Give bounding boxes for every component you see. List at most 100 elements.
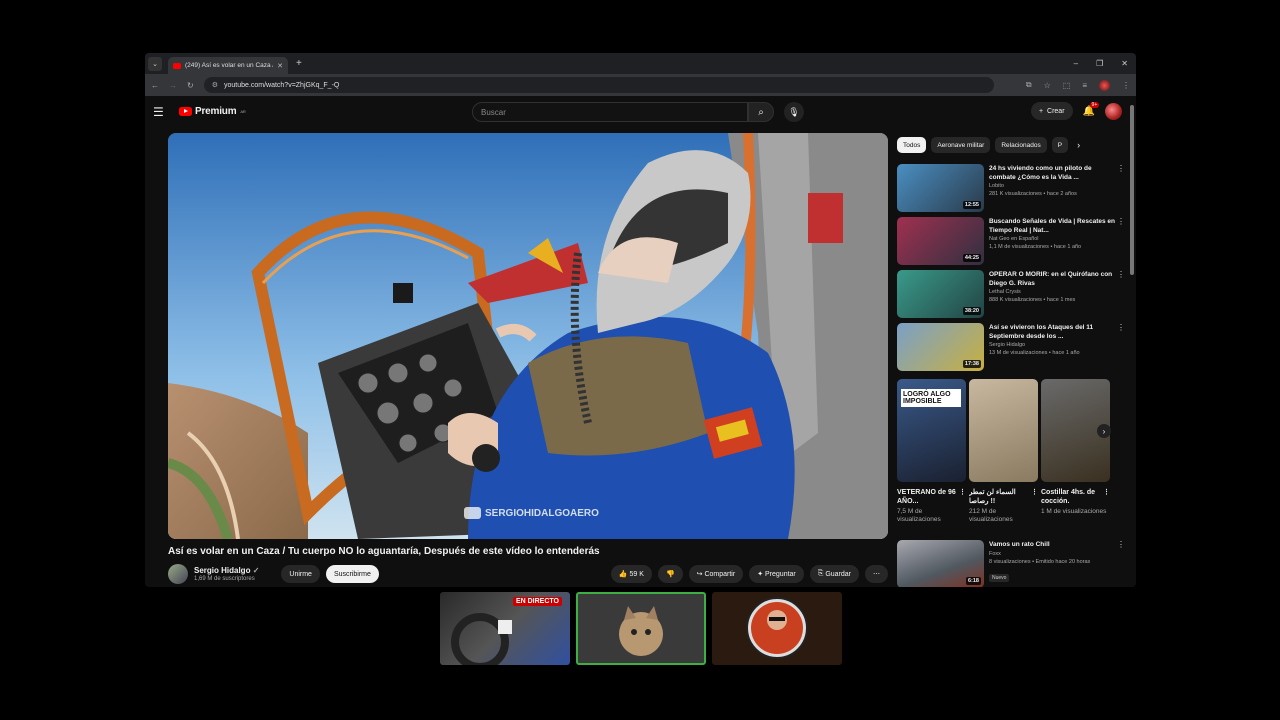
video-thumbnail[interactable]: 12:55 [897,164,984,212]
recommendation-item[interactable]: 38:20 OPERAR O MORIR: en el Quirófano con… [897,270,1130,318]
voice-search-button[interactable]: 🎙 [784,102,804,122]
minimize-icon[interactable]: – [1074,59,1078,68]
search-icon: ⌕ [758,106,764,118]
more-options-icon[interactable]: ⋮ [1117,323,1125,332]
channel-name[interactable]: Sergio Hidalgo [989,341,1115,349]
cam-streamer[interactable] [712,592,842,665]
short-views: 1 M de visualizaciones [1041,508,1107,515]
subscribe-button[interactable]: Suscribirme [325,565,379,583]
short-item[interactable]: السماء لن تمطر رصاصا !! ⋮ 212 M de visuali… [969,379,1038,534]
share-button[interactable]: ↪ Compartir [688,565,744,583]
hamburger-menu-icon[interactable]: ☰ [153,105,171,119]
reload-icon[interactable]: ↻ [187,81,194,90]
video-thumbnail[interactable]: 17:38 [897,323,984,371]
video-title[interactable]: OPERAR O MORIR: en el Quirófano con Dieg… [989,270,1115,288]
short-title[interactable]: Costillar 4hs. de cocción. [1041,488,1103,508]
video-title[interactable]: 24 hs viviendo como un piloto de combate… [989,164,1115,182]
chevron-right-icon[interactable]: › [1077,140,1080,150]
video-meta: 8 visualizaciones • Emitido hace 20 hora… [989,559,1091,565]
recommendation-item[interactable]: 12:55 24 hs viviendo como un piloto de co… [897,164,1130,212]
short-thumbnail[interactable]: LOGRÓ ALGO IMPOSIBLE [897,379,966,482]
more-actions-button[interactable]: ⋯ [865,565,888,583]
extensions-icon[interactable]: ⬚ [1063,81,1071,90]
recommendation-item[interactable]: 6:18 Vamos un rato Chill Foxx 8 visualiz… [897,540,1130,587]
video-duration: 44:25 [962,254,981,262]
search-input[interactable]: Buscar [472,102,748,122]
profile-avatar[interactable] [1099,79,1110,91]
more-options-icon[interactable]: ⋮ [1117,217,1125,226]
channel-name[interactable]: Lobito [989,182,1115,190]
video-thumbnail[interactable]: 38:20 [897,270,984,318]
forward-icon[interactable]: → [169,81,177,90]
verified-icon: ✓ [252,566,260,575]
media-icon[interactable]: ≡ [1082,81,1087,90]
video-meta: 1,1 M de visualizaciones • hace 1 año [989,244,1082,250]
cam-cat[interactable] [576,592,706,665]
more-options-icon[interactable]: ⋮ [1103,488,1110,508]
close-tab-icon[interactable]: ✕ [277,62,283,70]
short-title[interactable]: VETERANO de 96 AÑO... [897,488,959,508]
tab-list-icon[interactable]: ⌄ [148,56,162,71]
scrollbar-thumb[interactable] [1130,105,1134,275]
short-thumbnail[interactable] [969,379,1038,482]
watermark-logo-icon [464,507,481,519]
recommendation-item[interactable]: 44:25 Buscando Señales de Vida | Rescates… [897,217,1130,265]
video-thumbnail[interactable]: 6:18 [897,540,984,587]
browser-menu-icon[interactable]: ⋮ [1122,81,1130,90]
search-button[interactable]: ⌕ [748,102,774,122]
dislike-button[interactable]: 👎 [657,565,683,583]
channel-name[interactable]: Lethal Crysis [989,288,1115,296]
ask-button[interactable]: ✦ Preguntar [749,565,804,583]
site-info-icon[interactable]: ⚙ [212,81,218,89]
cam-gameplay[interactable]: EN DIRECTO [440,592,570,665]
close-window-icon[interactable]: ✕ [1121,59,1128,68]
chip-relacionados[interactable]: Relacionados [995,137,1047,153]
video-thumbnail[interactable]: 44:25 [897,217,984,265]
browser-tab[interactable]: (249) Así es volar en un Caza / ✕ [168,57,288,74]
channel-name[interactable]: Nat Geo en Español [989,235,1115,243]
channel-avatar[interactable] [168,564,188,584]
save-button[interactable]: ⎘ Guardar [809,565,859,583]
logo-region: AR [240,109,246,114]
more-options-icon[interactable]: ⋮ [1031,488,1038,508]
more-options-icon[interactable]: ⋮ [1117,164,1125,173]
chip-aeronave-militar[interactable]: Aeronave militar [931,137,991,153]
chip-partial[interactable]: P [1051,137,1069,153]
youtube-header: ☰ Premium AR Buscar ⌕ 🎙 + Crear 🔔 9+ [145,96,1136,127]
restore-icon[interactable]: ❐ [1096,59,1103,68]
bookmark-star-icon[interactable]: ☆ [1044,81,1051,90]
new-tab-icon[interactable]: + [296,58,302,69]
video-title[interactable]: Buscando Señales de Vida | Rescates en T… [989,217,1115,235]
short-views: 7,5 M de visualizaciones [897,508,941,523]
channel-watermark: SERGIOHIDALGOAERO [464,507,599,519]
install-icon[interactable]: ⧉ [1026,80,1032,90]
video-duration: 6:18 [965,577,981,585]
more-icon: ⋯ [873,571,880,578]
thumbs-up-icon: 👍 [618,571,630,578]
short-title[interactable]: السماء لن تمطر رصاصا !! [969,488,1031,508]
youtube-favicon-icon [173,62,181,69]
chip-todos[interactable]: Todos [897,137,927,153]
back-icon[interactable]: ← [151,81,159,90]
more-options-icon[interactable]: ⋮ [1117,270,1125,279]
browser-window: ⌄ (249) Así es volar en un Caza / ✕ + – … [145,53,1136,587]
notifications-button[interactable]: 🔔 9+ [1083,101,1100,117]
omnibox[interactable]: ⚙ youtube.com/watch?v=ZhjGKq_F_-Q [203,77,994,93]
like-button[interactable]: 👍 59 K [610,565,652,583]
video-title[interactable]: Vamos un rato Chill [989,540,1115,550]
create-button[interactable]: + Crear [1030,102,1073,120]
channel-name[interactable]: Foxx [989,550,1115,558]
join-button[interactable]: Unirme [281,565,320,583]
user-avatar[interactable] [1105,102,1122,120]
more-options-icon[interactable]: ⋮ [959,488,966,508]
video-duration: 17:38 [962,360,981,368]
shorts-next-icon[interactable]: › [1097,424,1111,438]
short-item[interactable]: LOGRÓ ALGO IMPOSIBLE VETERANO de 96 AÑO..… [897,379,966,534]
more-options-icon[interactable]: ⋮ [1117,540,1125,549]
video-title[interactable]: Así se vivieron los Ataques del 11 Septi… [989,323,1115,341]
channel-name[interactable]: Sergio Hidalgo ✓ [194,566,259,575]
youtube-logo[interactable]: Premium AR [179,106,246,117]
recommendation-item[interactable]: 17:38 Así se vivieron los Ataques del 11 … [897,323,1130,371]
video-player[interactable]: SERGIOHIDALGOAERO [168,133,888,539]
short-item[interactable]: Costillar 4hs. de cocción. ⋮ 1 M de visual… [1041,379,1110,534]
